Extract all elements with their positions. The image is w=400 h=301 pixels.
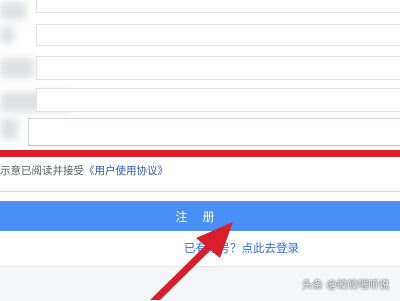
form-field-4[interactable] [36,88,400,112]
user-agreement-link[interactable]: 《用户使用协议》 [84,165,168,177]
form-field-3[interactable] [36,56,400,80]
form-field-focused[interactable] [28,118,400,146]
field-label-blurred-2 [0,26,14,44]
form-field-1[interactable] [36,0,400,13]
field-label-blurred-1 [0,2,26,20]
divider [0,191,400,192]
agreement-prefix: 示意已阅读并接受 [0,165,84,177]
login-link[interactable]: 已有账号？点此去登录 [184,240,299,256]
watermark: 头条 @皎皎喂听说 [302,279,390,291]
red-highlight-bar [0,150,400,157]
form-field-2[interactable] [36,24,400,46]
field-label-blurred-5 [0,118,18,140]
agreement-text: 示意已阅读并接受《用户使用协议》 [0,163,168,178]
register-button[interactable]: 注 册 [0,201,400,231]
field-label-blurred-3 [0,58,34,78]
